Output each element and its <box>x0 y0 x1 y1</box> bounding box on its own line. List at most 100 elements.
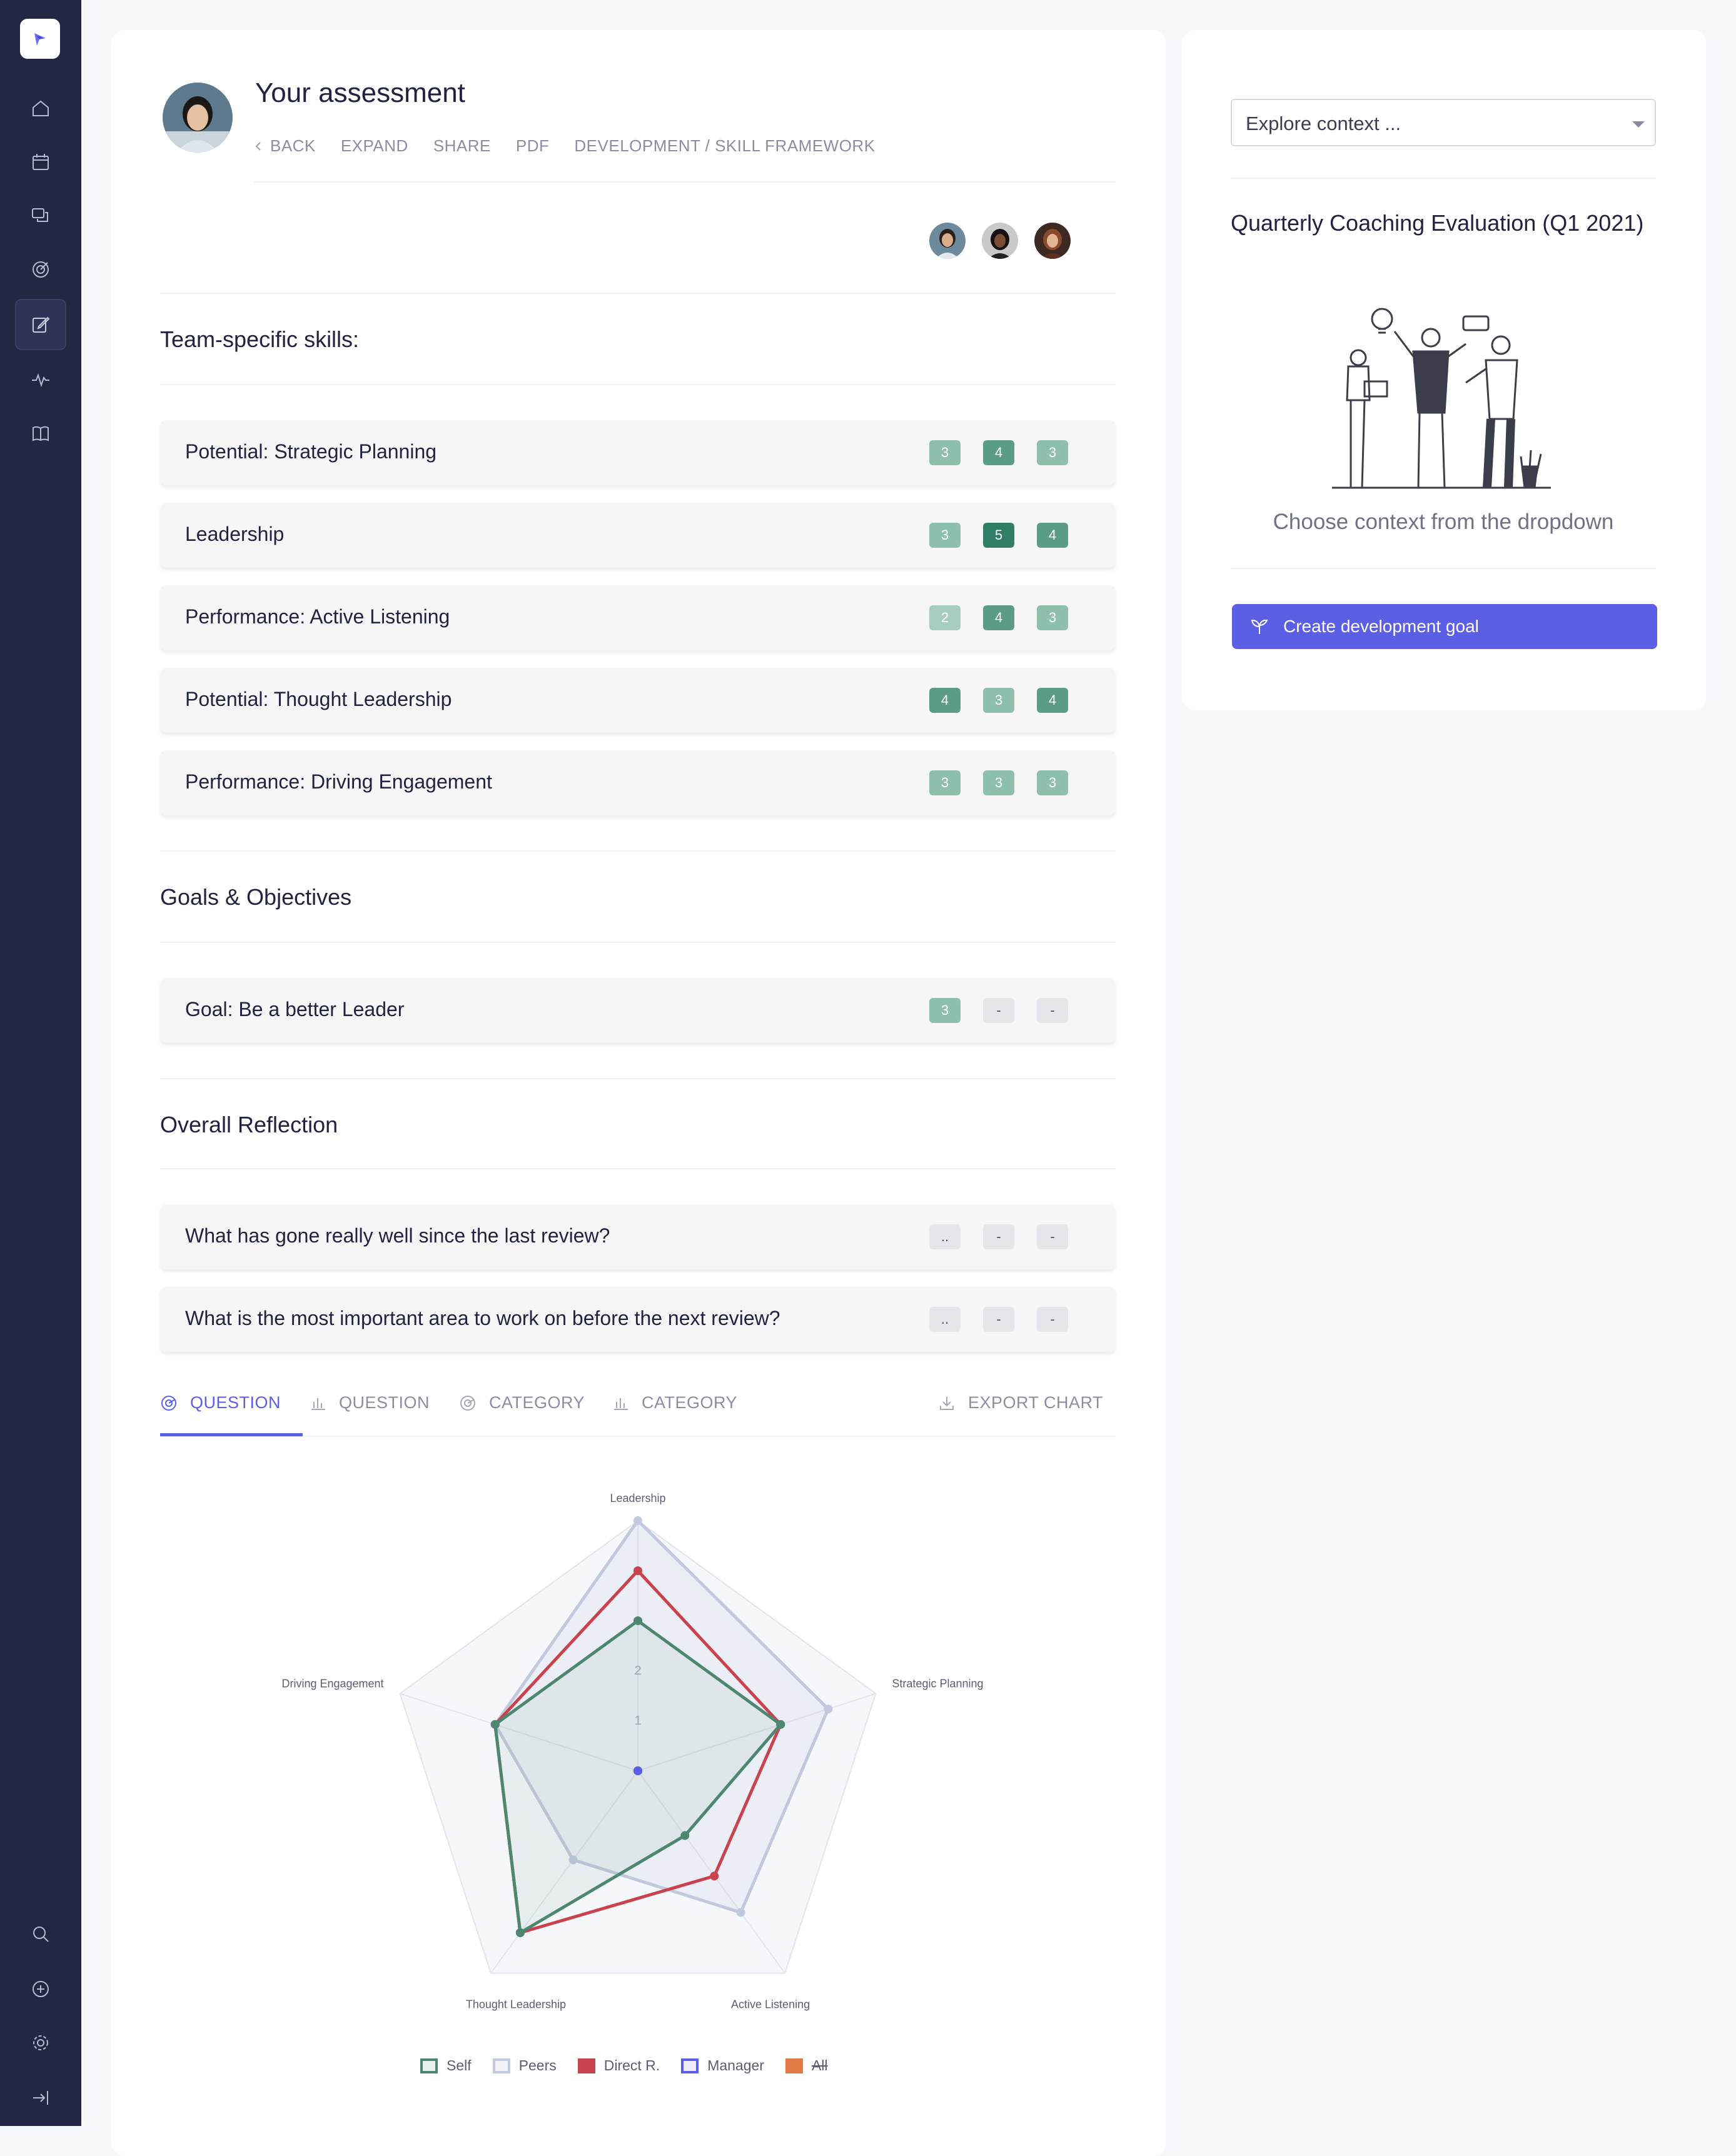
back-label: BACK <box>270 136 316 155</box>
skill-row[interactable]: Potential: Thought Leadership 4 3 4 <box>160 668 1116 733</box>
data-point <box>633 1616 642 1625</box>
skill-label: Leadership <box>185 523 285 545</box>
tab-question-radar[interactable]: QUESTION <box>160 1393 281 1413</box>
score-badge: 3 <box>1037 770 1068 795</box>
create-development-goal-button[interactable]: Create development goal <box>1232 604 1657 649</box>
calendar-icon <box>33 154 49 170</box>
nav-settings[interactable] <box>15 2017 66 2068</box>
chevron-left-icon <box>255 141 261 151</box>
export-chart-button[interactable]: EXPORT CHART <box>938 1393 1103 1413</box>
nav-library[interactable] <box>15 408 66 459</box>
data-point <box>824 1705 833 1714</box>
legend-swatch <box>577 2058 595 2073</box>
skill-row[interactable]: Performance: Driving Engagement 3 3 3 <box>160 750 1116 815</box>
score-badge: .. <box>929 1307 961 1332</box>
nav-search[interactable] <box>15 1908 66 1960</box>
axis-label: Thought Leadership <box>466 1998 566 2011</box>
legend-label: Direct R. <box>603 2057 660 2073</box>
skill-label: Performance: Active Listening <box>185 605 450 628</box>
skill-label: Performance: Driving Engagement <box>185 770 492 793</box>
context-select[interactable]: Explore context ... <box>1231 99 1656 146</box>
skill-row[interactable]: Performance: Active Listening 2 4 3 <box>160 585 1116 650</box>
skill-row[interactable]: Potential: Strategic Planning 3 4 3 <box>160 420 1116 485</box>
legend-label: Manager <box>707 2057 764 2073</box>
bar-chart-icon <box>614 1398 628 1410</box>
bird-logo-icon <box>34 33 46 46</box>
score-badge: 3 <box>1037 440 1068 465</box>
team-illustration <box>1332 308 1551 489</box>
legend-swatch <box>420 2058 438 2073</box>
radar-chart-icon <box>460 1395 475 1411</box>
score-badge: 5 <box>983 523 1014 548</box>
reviewer-avatar[interactable] <box>982 223 1018 259</box>
tab-category-bar[interactable]: CATEGORY <box>612 1393 737 1413</box>
chevron-down-icon <box>1632 121 1645 128</box>
score-badge: 3 <box>929 523 961 548</box>
divider <box>160 942 1116 943</box>
select-placeholder: Explore context ... <box>1246 113 1401 134</box>
tab-label: QUESTION <box>190 1393 281 1412</box>
nav-assessments[interactable] <box>15 299 66 350</box>
expand-link[interactable]: EXPAND <box>341 136 408 156</box>
radar-chart-svg: Leadership Strategic Planning Active Liste… <box>281 1492 983 2011</box>
share-link[interactable]: SHARE <box>433 136 491 156</box>
breadcrumb[interactable]: DEVELOPMENT / SKILL FRAMEWORK <box>574 136 875 156</box>
nav-logout[interactable] <box>15 2072 66 2123</box>
legend-item-manager[interactable]: Manager <box>681 2057 764 2074</box>
data-point <box>710 1871 719 1881</box>
legend-item-all[interactable]: All <box>785 2057 828 2074</box>
nav-home[interactable] <box>15 83 66 134</box>
tab-question-bar[interactable]: QUESTION <box>309 1393 430 1413</box>
nav-activity[interactable] <box>15 354 66 405</box>
back-link[interactable]: BACK <box>255 136 316 156</box>
app-logo[interactable] <box>20 19 60 59</box>
chart-tabs: QUESTION QUESTION CATEGORY CATEGORY EXPO… <box>160 1387 1116 1437</box>
nav-goals[interactable] <box>15 244 66 295</box>
score-badge: 4 <box>1037 523 1068 548</box>
legend-item-self[interactable]: Self <box>420 2057 472 2074</box>
reflection-row[interactable]: What has gone really well since the last… <box>160 1204 1116 1269</box>
score-badge: 4 <box>1037 688 1068 713</box>
score-badge: 3 <box>929 770 961 795</box>
legend-label: All <box>811 2057 828 2073</box>
legend-swatch <box>681 2058 699 2073</box>
pdf-link[interactable]: PDF <box>516 136 550 156</box>
skill-row[interactable]: Leadership 3 5 4 <box>160 503 1116 568</box>
book-icon <box>33 426 49 441</box>
divider <box>160 384 1116 385</box>
data-point <box>736 1908 745 1917</box>
score-badge: - <box>983 1307 1014 1332</box>
score-badge: 3 <box>929 440 961 465</box>
legend-swatch <box>492 2058 510 2073</box>
goal-row[interactable]: Goal: Be a better Leader 3 - - <box>160 978 1116 1043</box>
page-title: Your assessment <box>255 78 465 108</box>
avatar <box>163 83 233 153</box>
score-badge: 3 <box>983 688 1014 713</box>
reflection-row[interactable]: What is the most important area to work … <box>160 1287 1116 1352</box>
data-point <box>633 1516 642 1525</box>
score-badge: 3 <box>1037 605 1068 630</box>
nav-messages[interactable] <box>15 190 66 241</box>
bar-chart-icon <box>311 1398 325 1410</box>
reviewer-avatar[interactable] <box>1034 223 1071 259</box>
sprout-icon <box>1251 619 1268 634</box>
nav-calendar[interactable] <box>15 136 66 188</box>
axis-label: Strategic Planning <box>892 1677 983 1690</box>
legend-label: Self <box>447 2057 472 2073</box>
reflection-label: What is the most important area to work … <box>185 1307 780 1329</box>
legend-label: Peers <box>518 2057 557 2073</box>
chat-icon <box>32 208 48 222</box>
data-point <box>633 1566 642 1575</box>
legend-item-direct-reports[interactable]: Direct R. <box>577 2057 660 2074</box>
sidebar <box>0 0 81 2126</box>
nav-add[interactable] <box>15 1963 66 2015</box>
divider <box>160 1168 1116 1169</box>
export-label: EXPORT CHART <box>968 1393 1104 1412</box>
legend-item-peers[interactable]: Peers <box>492 2057 557 2074</box>
tab-category-radar[interactable]: CATEGORY <box>459 1393 585 1413</box>
axis-label: Driving Engagement <box>281 1677 383 1690</box>
divider <box>1231 568 1656 569</box>
score-badge: 3 <box>929 998 961 1023</box>
divider <box>160 850 1116 852</box>
reviewer-avatar[interactable] <box>929 223 966 259</box>
